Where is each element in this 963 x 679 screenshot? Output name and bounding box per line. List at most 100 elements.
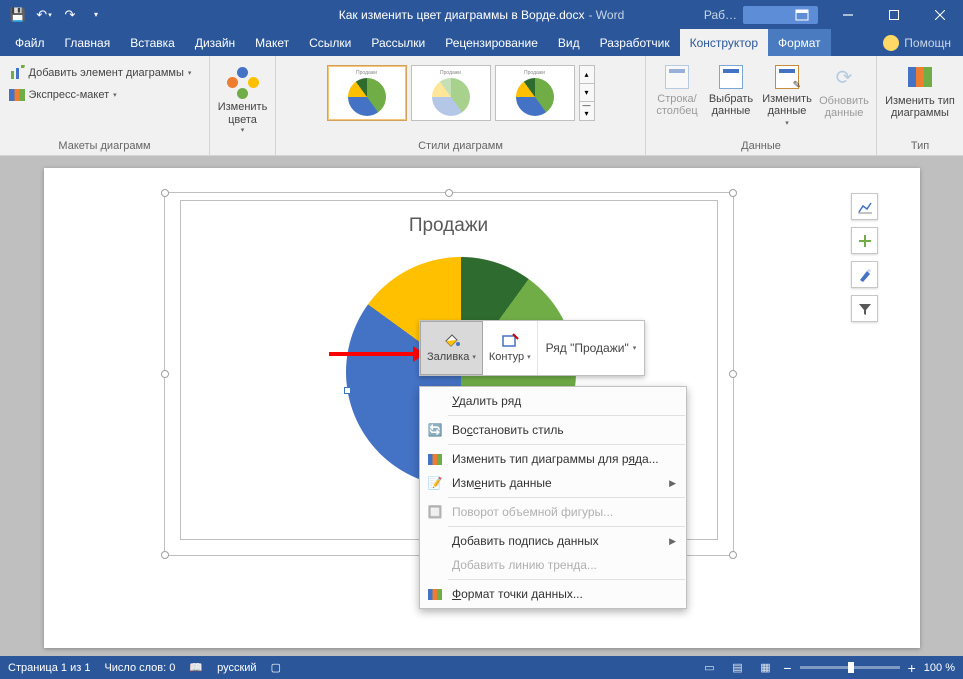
ctx-3d-rotation: 🔲 Поворот объемной фигуры... bbox=[420, 500, 686, 524]
add-elem-label: Добавить элемент диаграммы bbox=[29, 67, 184, 79]
gallery-down[interactable]: ▾ bbox=[580, 84, 594, 102]
spelling-button[interactable]: 📖 bbox=[189, 661, 203, 674]
rotate-icon: 🔲 bbox=[427, 504, 443, 520]
minimize-button[interactable] bbox=[825, 0, 871, 29]
ctx-format-data-point[interactable]: Формат точки данных... bbox=[420, 582, 686, 606]
change-chart-type-button[interactable]: Изменить тип диаграммы bbox=[880, 59, 960, 121]
undo-button[interactable]: ↶▾ bbox=[32, 3, 56, 27]
fill-icon bbox=[441, 333, 461, 349]
series-name: Ряд "Продажи" bbox=[546, 341, 629, 355]
edit-data-button[interactable]: ✎ Изменить данные ▾ bbox=[758, 59, 816, 129]
tab-mailings[interactable]: Рассылки bbox=[361, 29, 435, 56]
chart-style-1[interactable]: Продажи bbox=[327, 65, 407, 121]
print-layout-button[interactable]: ▤ bbox=[727, 660, 747, 676]
tab-references[interactable]: Ссылки bbox=[299, 29, 361, 56]
language-indicator[interactable]: русский bbox=[217, 662, 256, 674]
read-mode-button[interactable]: ▭ bbox=[699, 660, 719, 676]
chevron-down-icon: ▾ bbox=[113, 91, 117, 99]
tab-review[interactable]: Рецензирование bbox=[435, 29, 548, 56]
series-selector[interactable]: Ряд "Продажи" ▾ bbox=[538, 321, 645, 375]
redo-button[interactable]: ↷ bbox=[58, 3, 82, 27]
ribbon-display-button[interactable] bbox=[779, 0, 825, 29]
tab-view[interactable]: Вид bbox=[548, 29, 590, 56]
chart-elements-button[interactable] bbox=[851, 193, 878, 220]
slice-select-marker bbox=[344, 387, 351, 394]
zoom-in-button[interactable]: + bbox=[908, 660, 916, 676]
page-indicator[interactable]: Страница 1 из 1 bbox=[8, 662, 90, 674]
resize-handle[interactable] bbox=[729, 551, 737, 559]
qat-customize[interactable]: ▾ bbox=[84, 3, 108, 27]
ribbon-tabs: Файл Главная Вставка Дизайн Макет Ссылки… bbox=[0, 29, 963, 56]
add-chart-element-button[interactable]: + Добавить элемент диаграммы ▾ bbox=[5, 63, 196, 83]
switch-row-column-button: Строка/ столбец bbox=[650, 59, 704, 119]
submenu-arrow-icon: ▶ bbox=[669, 478, 676, 489]
chevron-down-icon: ▾ bbox=[527, 353, 531, 361]
web-layout-button[interactable]: ▦ bbox=[755, 660, 775, 676]
group-styles-label: Стили диаграмм bbox=[280, 138, 641, 155]
context-menu: Удалить ряд 🔄 Восстановить стиль Изменит… bbox=[419, 386, 687, 609]
help-label: Помощн bbox=[904, 36, 951, 50]
refresh-data-button: ⟳ Обновить данные bbox=[816, 59, 872, 121]
tab-developer[interactable]: Разработчик bbox=[590, 29, 680, 56]
resize-handle[interactable] bbox=[445, 189, 453, 197]
chart-add-button[interactable] bbox=[851, 227, 878, 254]
chart-filter-button[interactable] bbox=[851, 295, 878, 322]
mini-toolbar: Заливка▾ Контур▾ Ряд "Продажи" ▾ bbox=[419, 320, 645, 376]
close-button[interactable] bbox=[917, 0, 963, 29]
resize-handle[interactable] bbox=[161, 189, 169, 197]
gallery-up[interactable]: ▴ bbox=[580, 66, 594, 84]
group-styles: Продажи Продажи Продажи ▴ ▾ —▾ Стили диа… bbox=[276, 56, 646, 155]
tab-layout[interactable]: Макет bbox=[245, 29, 299, 56]
tab-file[interactable]: Файл bbox=[5, 29, 55, 56]
save-button[interactable]: 💾 bbox=[6, 3, 30, 27]
reset-icon: 🔄 bbox=[427, 422, 443, 438]
ctx-delete-series[interactable]: Удалить ряд bbox=[420, 389, 686, 413]
zoom-slider[interactable] bbox=[800, 666, 900, 669]
ctx-reset-style[interactable]: 🔄 Восстановить стиль bbox=[420, 418, 686, 442]
macro-button[interactable]: ▢ bbox=[271, 661, 281, 674]
chart-style-2[interactable]: Продажи bbox=[411, 65, 491, 121]
select-data-button[interactable]: Выбрать данные bbox=[704, 59, 758, 119]
ctx-change-series-type[interactable]: Изменить тип диаграммы для ряда... bbox=[420, 447, 686, 471]
tab-chart-format[interactable]: Формат bbox=[768, 29, 831, 56]
chart-styles-button[interactable] bbox=[851, 261, 878, 288]
fill-button[interactable]: Заливка▾ bbox=[420, 321, 483, 375]
resize-handle[interactable] bbox=[729, 370, 737, 378]
format-icon bbox=[427, 586, 443, 602]
ctx-add-data-label[interactable]: Добавить подпись данных ▶ bbox=[420, 529, 686, 553]
group-colors-spacer bbox=[214, 138, 271, 155]
resize-handle[interactable] bbox=[729, 189, 737, 197]
edit-data-icon: 📝 bbox=[427, 475, 443, 491]
ctx-separator bbox=[448, 497, 685, 498]
chevron-down-icon: ▾ bbox=[188, 69, 192, 77]
change-type-icon bbox=[427, 451, 443, 467]
ctx-separator bbox=[448, 444, 685, 445]
resize-handle[interactable] bbox=[161, 551, 169, 559]
zoom-out-button[interactable]: − bbox=[783, 660, 791, 676]
change-colors-button[interactable]: Изменить цвета ▾ bbox=[214, 59, 272, 136]
outline-button[interactable]: Контур▾ bbox=[483, 321, 538, 375]
tab-home[interactable]: Главная bbox=[55, 29, 121, 56]
word-count[interactable]: Число слов: 0 bbox=[104, 662, 175, 674]
tab-insert[interactable]: Вставка bbox=[120, 29, 185, 56]
tab-chart-design[interactable]: Конструктор bbox=[680, 29, 768, 56]
status-bar: Страница 1 из 1 Число слов: 0 📖 русский … bbox=[0, 656, 963, 679]
quick-layout-button[interactable]: Экспресс-макет ▾ bbox=[5, 85, 121, 105]
chevron-down-icon: ▾ bbox=[785, 119, 789, 127]
maximize-button[interactable] bbox=[871, 0, 917, 29]
chart-title[interactable]: Продажи bbox=[181, 201, 717, 237]
window-controls bbox=[779, 0, 963, 29]
zoom-level[interactable]: 100 % bbox=[924, 662, 955, 674]
tell-me[interactable]: Помощн bbox=[883, 29, 963, 56]
ctx-add-trendline: Добавить линию тренда... bbox=[420, 553, 686, 577]
submenu-arrow-icon: ▶ bbox=[669, 536, 676, 547]
chart-side-buttons bbox=[851, 193, 878, 322]
svg-text:+: + bbox=[22, 65, 25, 70]
tab-design[interactable]: Дизайн bbox=[185, 29, 245, 56]
gallery-more[interactable]: —▾ bbox=[580, 102, 594, 120]
chart-style-3[interactable]: Продажи bbox=[495, 65, 575, 121]
chevron-down-icon: ▾ bbox=[633, 344, 637, 352]
ctx-edit-data[interactable]: 📝 Изменить данные ▶ bbox=[420, 471, 686, 495]
group-data: Строка/ столбец Выбрать данные ✎ Изменит… bbox=[646, 56, 877, 155]
resize-handle[interactable] bbox=[161, 370, 169, 378]
